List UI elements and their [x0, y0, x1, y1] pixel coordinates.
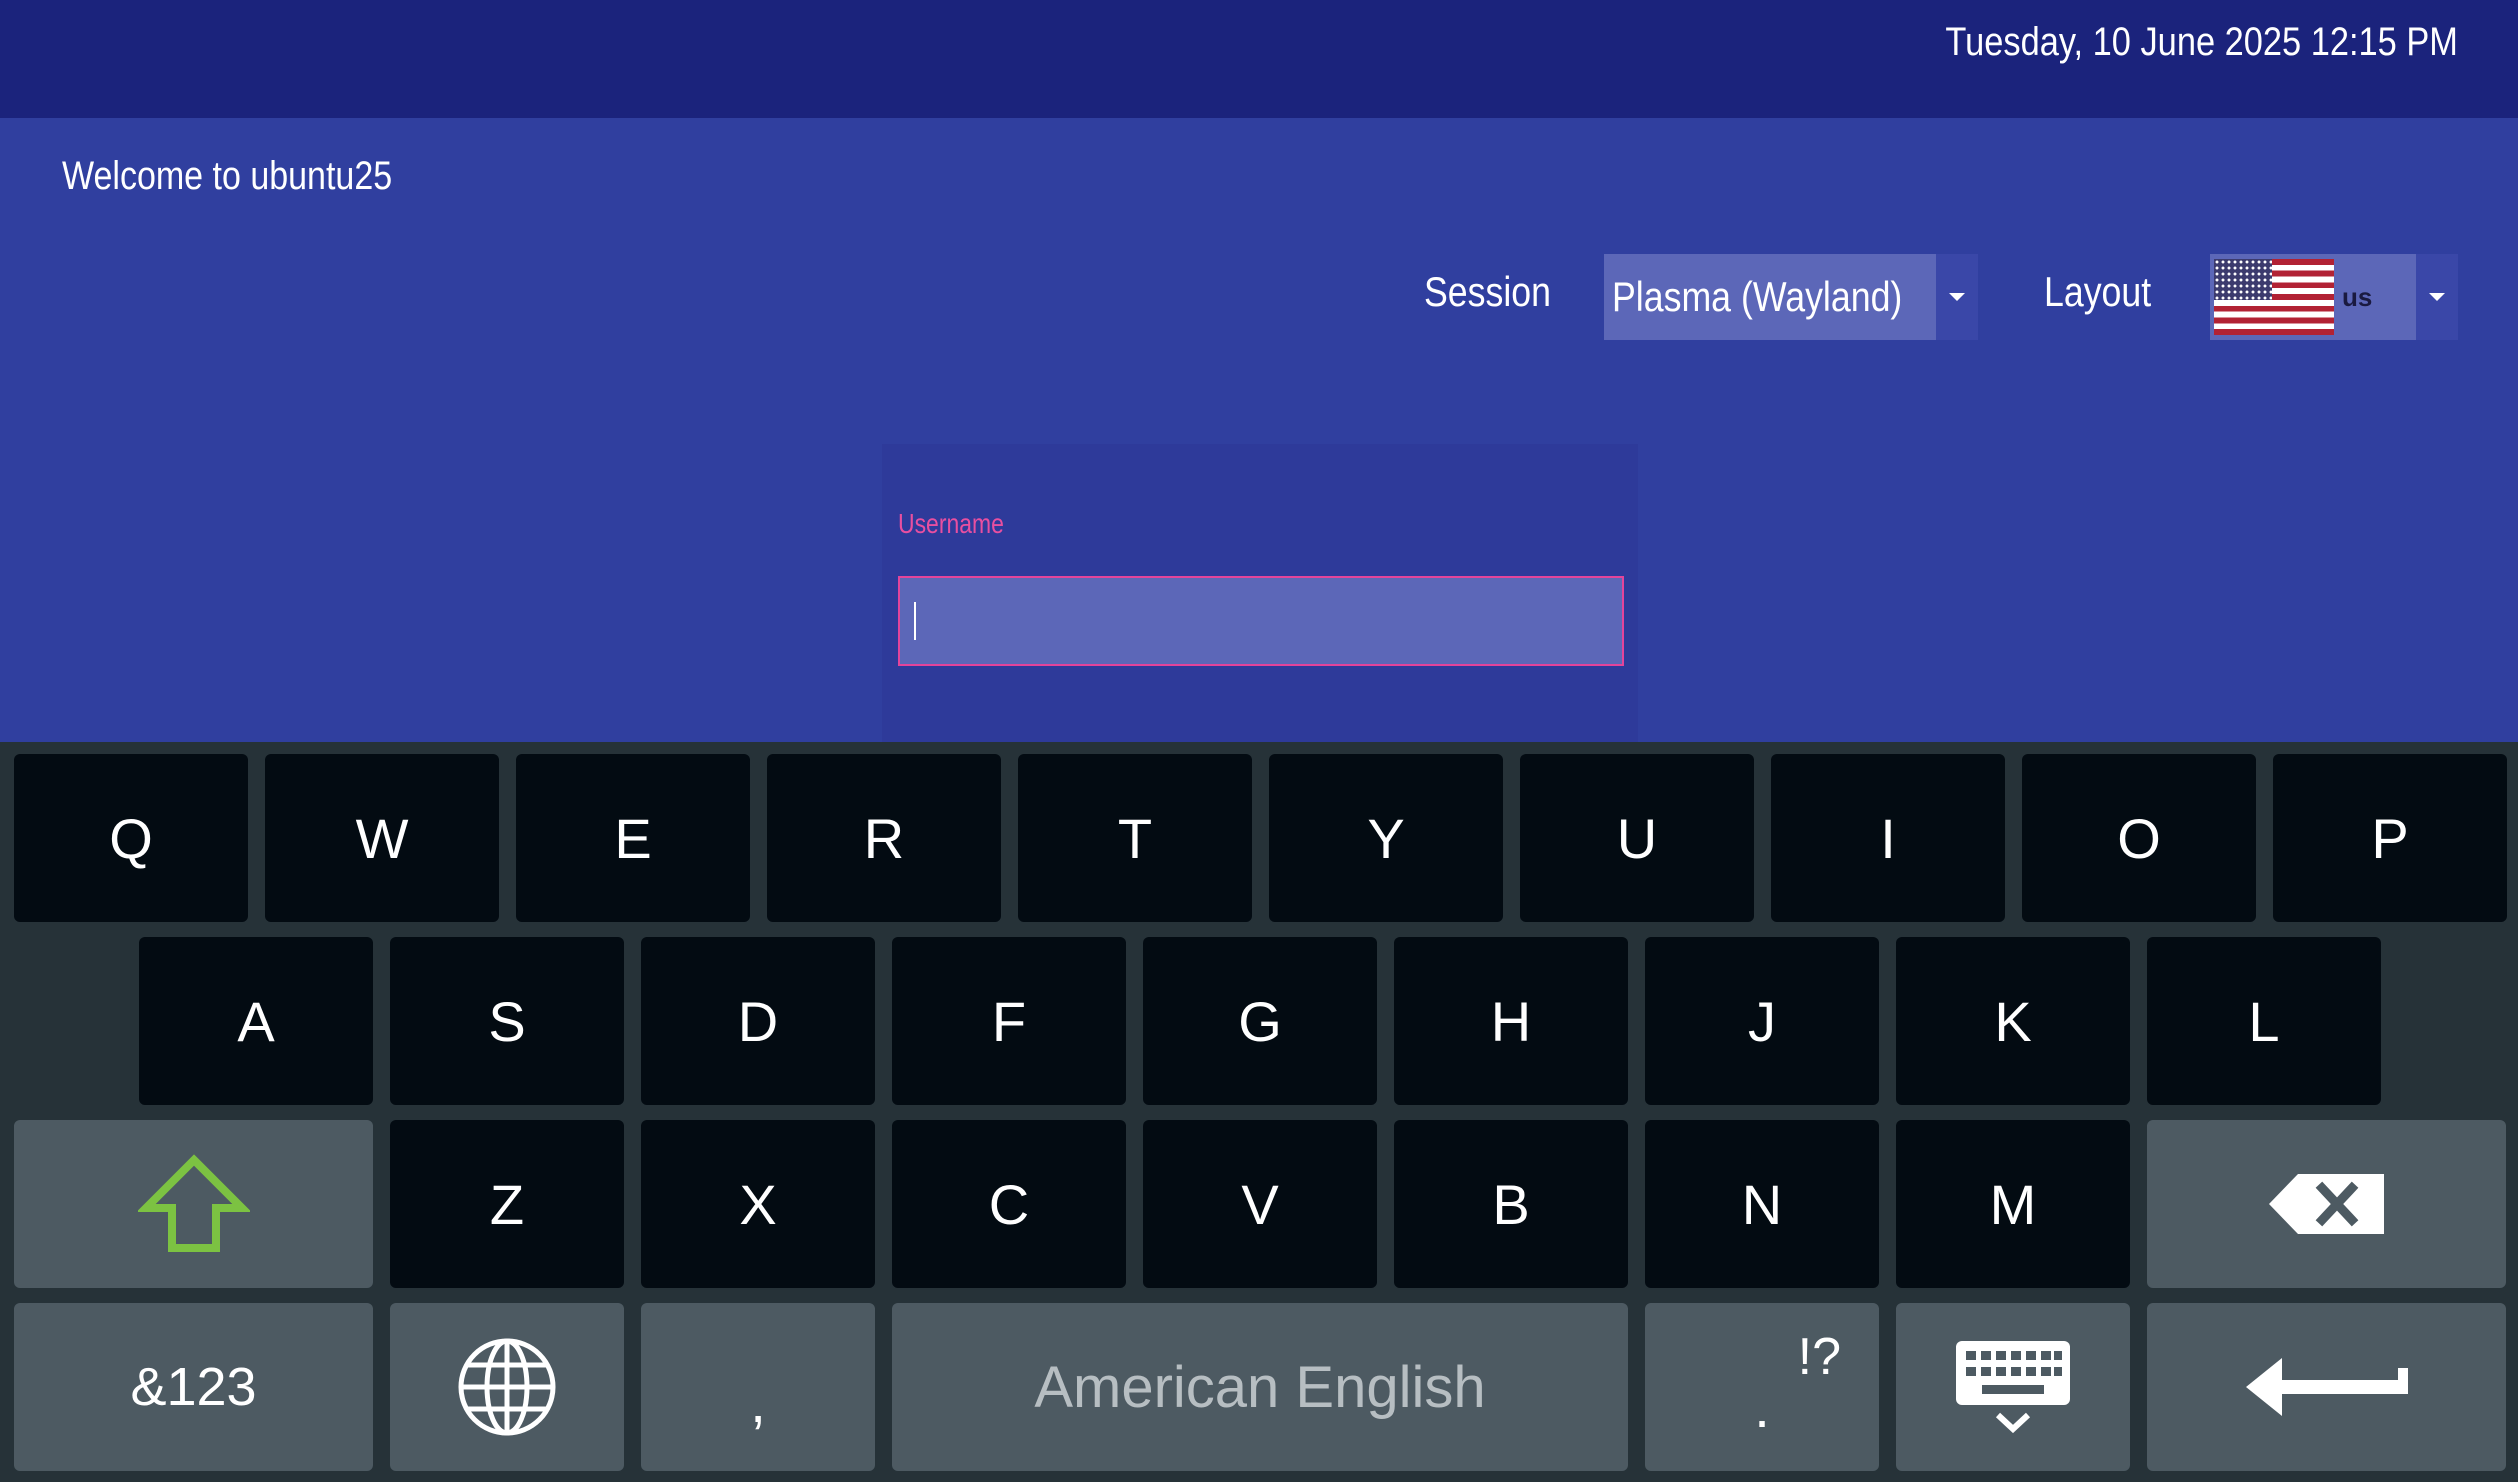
- key-label: U: [1616, 806, 1658, 870]
- globe-icon: [458, 1338, 556, 1436]
- username-label: Username: [898, 508, 1004, 539]
- backspace-icon: [2268, 1174, 2384, 1234]
- key-label: T: [1117, 806, 1153, 870]
- key-label: G: [1238, 989, 1282, 1053]
- login-panel: Username: [882, 444, 1638, 742]
- key-m[interactable]: M: [1896, 1120, 2130, 1288]
- space-key-label: American English: [1034, 1354, 1486, 1420]
- key-label: Z: [489, 1172, 525, 1236]
- flag-canton: [2214, 259, 2272, 300]
- space-key[interactable]: American English: [892, 1303, 1628, 1471]
- layout-value-field[interactable]: us: [2210, 254, 2416, 340]
- key-e[interactable]: E: [516, 754, 750, 922]
- key-label: W: [355, 806, 409, 870]
- backspace-key[interactable]: [2147, 1120, 2506, 1288]
- key-label: O: [2117, 806, 2161, 870]
- hide-keyboard-key[interactable]: [1896, 1303, 2130, 1471]
- key-x[interactable]: X: [641, 1120, 875, 1288]
- key-h[interactable]: H: [1394, 937, 1628, 1105]
- key-u[interactable]: U: [1520, 754, 1754, 922]
- key-label: K: [1994, 989, 2032, 1053]
- layout-code: us: [2342, 281, 2373, 312]
- key-label: .: [1754, 1375, 1770, 1439]
- chevron-down-icon: [2429, 293, 2445, 301]
- key-label: J: [1748, 989, 1776, 1053]
- key-label: ,: [750, 1370, 766, 1434]
- layout-dropdown[interactable]: us: [2210, 254, 2458, 340]
- key-label: N: [1741, 1172, 1783, 1236]
- top-bar: Tuesday, 10 June 2025 12:15 PM: [0, 0, 2518, 118]
- key-f[interactable]: F: [892, 937, 1126, 1105]
- key-n[interactable]: N: [1645, 1120, 1879, 1288]
- greeter-main: Welcome to ubuntu25 Session Plasma (Wayl…: [0, 118, 2518, 742]
- clock-datetime: Tuesday, 10 June 2025 12:15 PM: [1945, 20, 2458, 64]
- session-dropdown-arrow[interactable]: [1936, 254, 1978, 340]
- key-k[interactable]: K: [1896, 937, 2130, 1105]
- key-label: D: [737, 989, 779, 1053]
- key-p[interactable]: P: [2273, 754, 2507, 922]
- language-key[interactable]: [390, 1303, 624, 1471]
- key-label: A: [237, 989, 275, 1053]
- key-q[interactable]: Q: [14, 754, 248, 922]
- key-d[interactable]: D: [641, 937, 875, 1105]
- welcome-message: Welcome to ubuntu25: [62, 154, 393, 198]
- key-y[interactable]: Y: [1269, 754, 1503, 922]
- enter-key[interactable]: [2147, 1303, 2506, 1471]
- text-caret: [914, 602, 916, 640]
- keyboard-hide-icon: [1956, 1341, 2070, 1434]
- key-v[interactable]: V: [1143, 1120, 1377, 1288]
- chevron-down-icon: [1949, 293, 1965, 301]
- key-b[interactable]: B: [1394, 1120, 1628, 1288]
- key-label: I: [1880, 806, 1896, 870]
- key-label: V: [1241, 1172, 1279, 1236]
- shift-arrow-icon: [137, 1154, 250, 1252]
- comma-key[interactable]: ,: [641, 1303, 875, 1471]
- key-c[interactable]: C: [892, 1120, 1126, 1288]
- key-label: X: [739, 1172, 777, 1236]
- key-g[interactable]: G: [1143, 937, 1377, 1105]
- key-label: R: [863, 806, 905, 870]
- session-value: Plasma (Wayland): [1612, 273, 1903, 320]
- key-label: S: [488, 989, 526, 1053]
- session-value-field[interactable]: Plasma (Wayland): [1604, 254, 1936, 340]
- key-label: F: [991, 989, 1027, 1053]
- symbols-key[interactable]: &123: [14, 1303, 373, 1471]
- key-w[interactable]: W: [265, 754, 499, 922]
- enter-arrow-icon: [2245, 1358, 2408, 1416]
- key-label: E: [614, 806, 652, 870]
- username-input[interactable]: [898, 576, 1624, 666]
- key-label: L: [2248, 989, 2280, 1053]
- us-flag-icon: [2214, 259, 2334, 335]
- key-j[interactable]: J: [1645, 937, 1879, 1105]
- key-a[interactable]: A: [139, 937, 373, 1105]
- key-l[interactable]: L: [2147, 937, 2381, 1105]
- key-label: B: [1492, 1172, 1530, 1236]
- key-alt-label: !?: [1797, 1328, 1841, 1386]
- key-z[interactable]: Z: [390, 1120, 624, 1288]
- session-label: Session: [1424, 268, 1552, 315]
- key-r[interactable]: R: [767, 754, 1001, 922]
- key-label: M: [1989, 1172, 2037, 1236]
- key-label: &123: [130, 1357, 257, 1417]
- key-label: Y: [1367, 806, 1405, 870]
- key-label: C: [988, 1172, 1030, 1236]
- layout-label: Layout: [2044, 268, 2152, 315]
- key-s[interactable]: S: [390, 937, 624, 1105]
- key-label: Q: [109, 806, 153, 870]
- period-key[interactable]: . !?: [1645, 1303, 1879, 1471]
- key-t[interactable]: T: [1018, 754, 1252, 922]
- key-label: P: [2371, 806, 2409, 870]
- shift-key[interactable]: [14, 1120, 373, 1288]
- session-dropdown[interactable]: Plasma (Wayland): [1604, 254, 1978, 340]
- key-i[interactable]: I: [1771, 754, 2005, 922]
- key-o[interactable]: O: [2022, 754, 2256, 922]
- key-label: H: [1490, 989, 1532, 1053]
- virtual-keyboard: Q W E R T Y U I O P A S D F G H J K L Z …: [0, 742, 2518, 1482]
- layout-dropdown-arrow[interactable]: [2416, 254, 2458, 340]
